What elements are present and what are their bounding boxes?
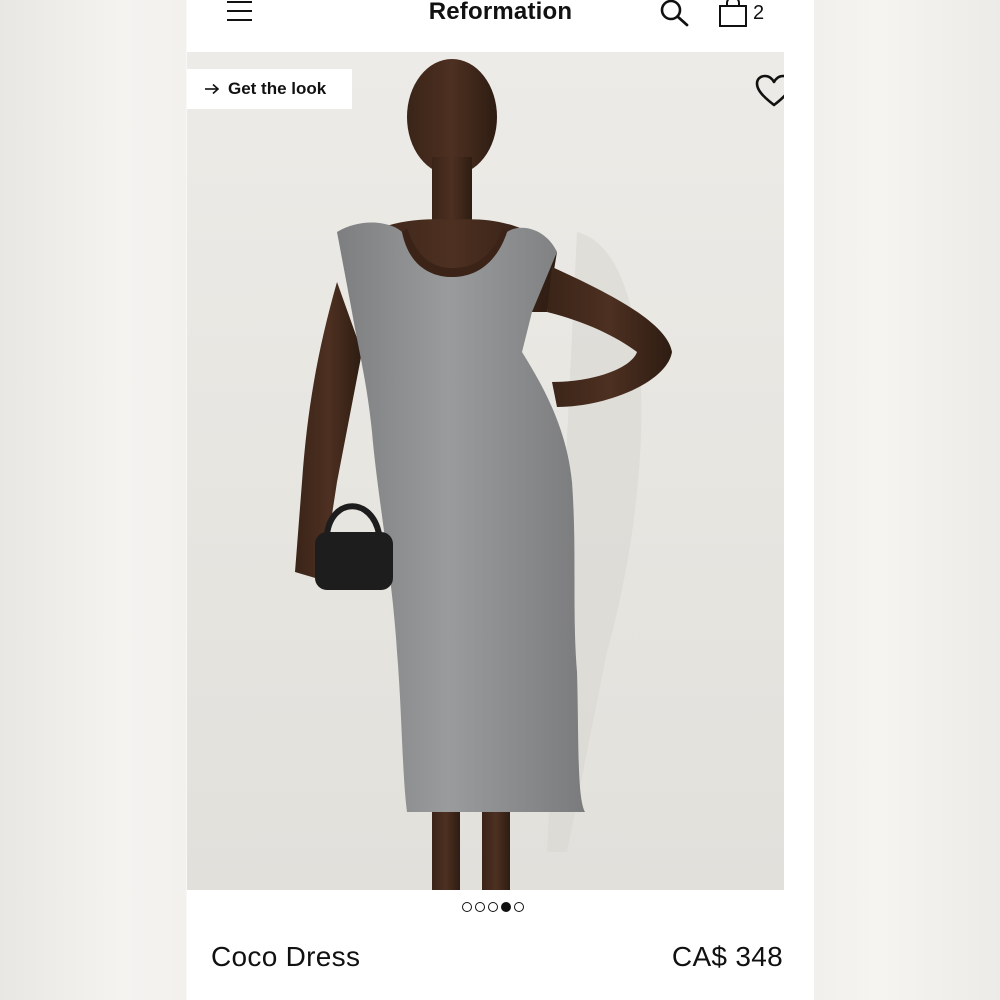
product-price: CA$ 348 [671,941,783,972]
carousel-pagination [462,902,524,912]
carousel-dot[interactable] [488,902,498,912]
carousel-dot[interactable] [475,902,485,912]
search-icon[interactable] [659,0,691,28]
product-image[interactable]: Get the look [187,52,784,890]
shopping-bag-icon[interactable] [718,0,748,28]
next-image-peek [784,52,814,890]
product-name: Coco Dress [211,941,361,972]
top-header: Reformation 2 [187,0,814,52]
get-the-look-button[interactable]: Get the look [187,69,352,109]
carousel-dot-active[interactable] [501,902,511,912]
model-photo [295,59,672,890]
get-the-look-label: Get the look [228,79,327,98]
heart-outline-icon[interactable] [755,74,784,108]
cart-count-badge: 2 [753,2,765,24]
product-page: Reformation 2 Get the look Coco Dress CA… [187,0,814,1000]
carousel-dot[interactable] [514,902,524,912]
arrow-right-icon [205,83,220,95]
carousel-dot[interactable] [462,902,472,912]
